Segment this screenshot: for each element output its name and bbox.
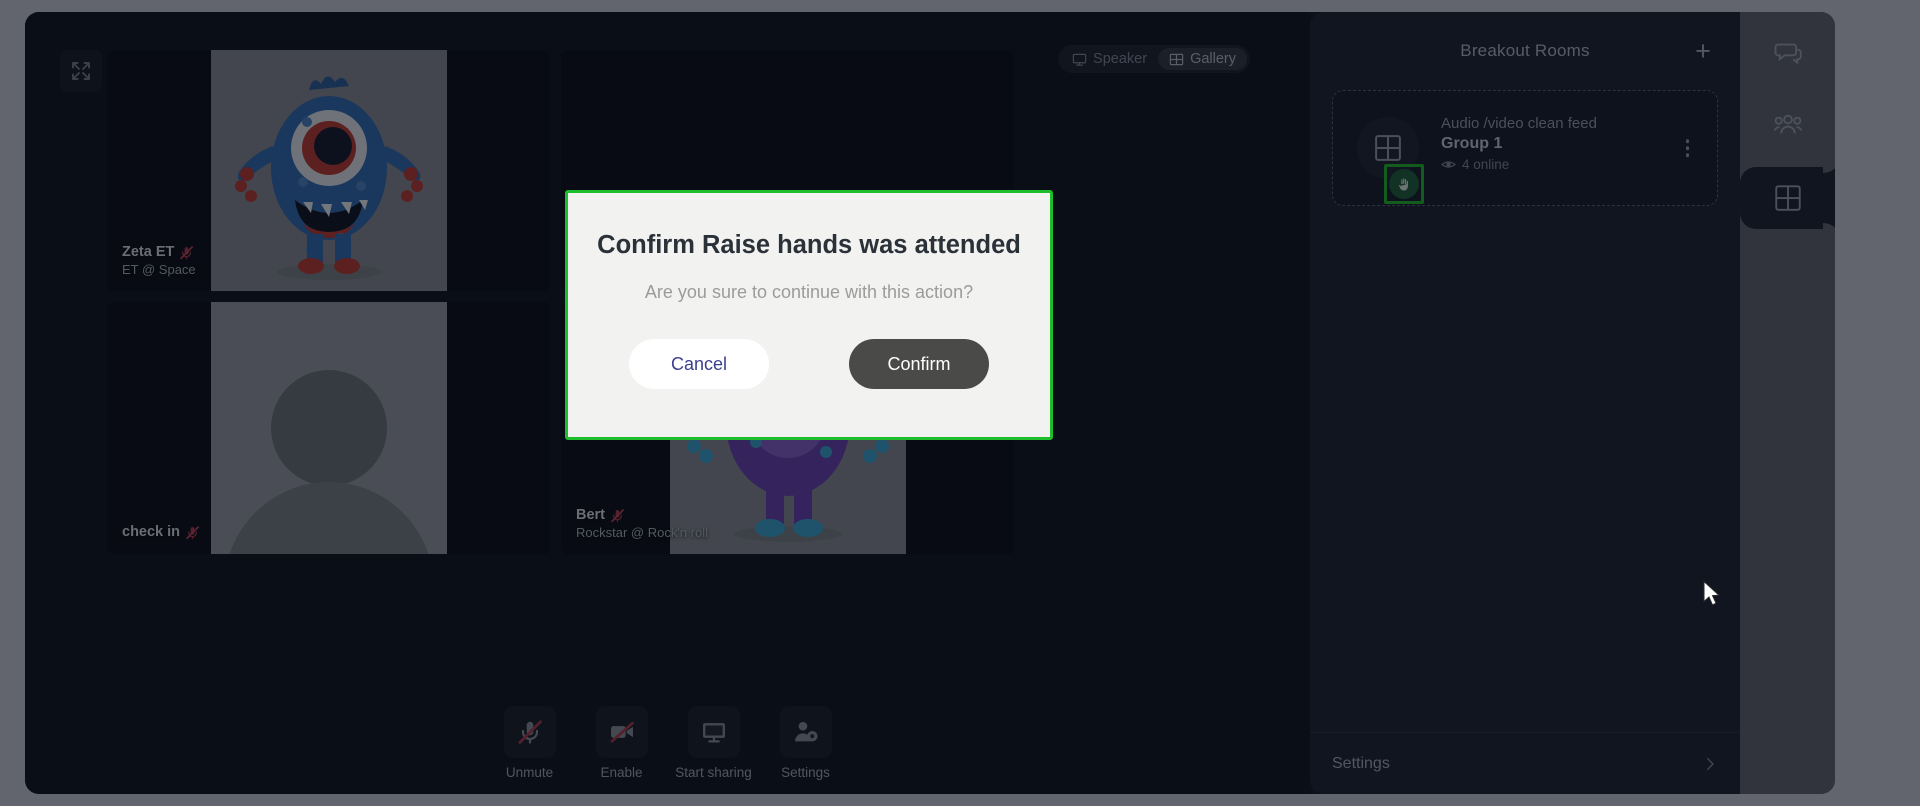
screen-root: Speaker Gallery (0, 0, 1920, 806)
cancel-button[interactable]: Cancel (629, 339, 769, 389)
confirm-button[interactable]: Confirm (849, 339, 989, 389)
dialog-subtitle: Are you sure to continue with this actio… (644, 282, 974, 302)
confirm-dialog: Confirm Raise hands was attended Are you… (565, 190, 1053, 440)
mouse-cursor (1703, 580, 1721, 606)
dialog-actions: Cancel Confirm (629, 339, 989, 389)
app-window: Speaker Gallery (25, 12, 1835, 794)
dialog-title: Confirm Raise hands was attended (597, 231, 1021, 259)
